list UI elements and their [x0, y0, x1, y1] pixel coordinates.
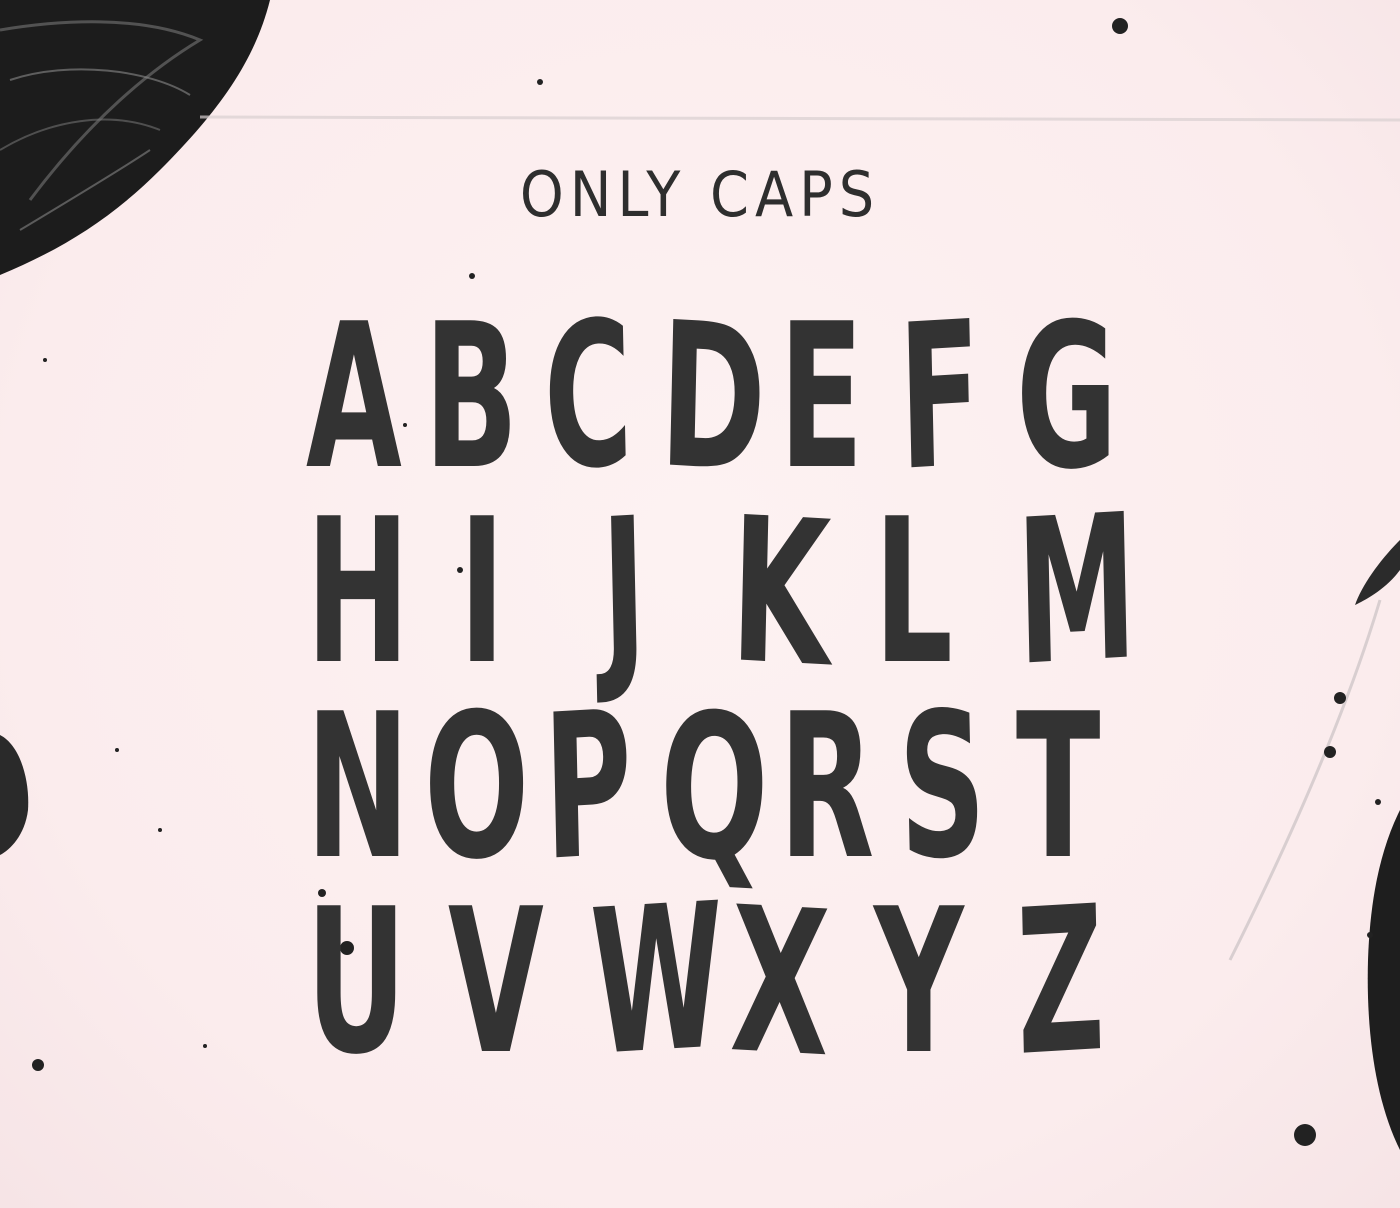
glyph-s: S: [896, 667, 988, 906]
glyph-g: G: [1015, 281, 1118, 514]
glyph-l: L: [873, 476, 953, 709]
alphabet-row: N O P Q R S T: [285, 667, 1105, 908]
glyph-j: J: [599, 474, 649, 711]
specimen-background: ONLY CAPS A B C D E F G H I J K L M N O …: [0, 0, 1400, 1208]
brush-stroke-top-left: [0, 0, 270, 275]
glyph-c: C: [541, 277, 635, 516]
glyph-y: Y: [873, 866, 964, 1099]
specimen-heading: ONLY CAPS: [519, 158, 881, 231]
glyph-t: T: [1015, 671, 1101, 904]
glyph-b: B: [424, 281, 519, 514]
glyph-p: P: [541, 667, 635, 906]
glyph-n: N: [305, 671, 410, 904]
glyph-d: D: [657, 279, 769, 518]
brush-stroke-right: [1228, 540, 1400, 1150]
glyph-z: Z: [1014, 862, 1107, 1101]
glyph-v: V: [447, 866, 544, 1099]
glyph-w: W: [588, 860, 726, 1101]
glyph-f: F: [896, 278, 984, 516]
glyph-e: E: [779, 281, 864, 514]
glyph-i: I: [458, 476, 506, 709]
brush-stroke-left: [0, 735, 29, 855]
glyph-q: Q: [657, 669, 772, 908]
alphabet-grid: A B C D E F G H I J K L M N O P Q R S T …: [285, 277, 1139, 1103]
paper-fold-line: [199, 115, 1400, 122]
glyph-k: K: [728, 474, 833, 713]
glyph-m: M: [1014, 471, 1139, 711]
glyph-h: H: [305, 476, 410, 709]
glyph-r: R: [779, 671, 875, 904]
glyph-a: A: [305, 281, 402, 514]
glyph-x: X: [728, 864, 833, 1103]
alphabet-row: U V W X Y Z: [285, 860, 1107, 1103]
alphabet-row: H I J K L M: [285, 471, 1139, 713]
alphabet-row: A B C D E F G: [285, 277, 1118, 518]
glyph-u: U: [305, 866, 407, 1099]
glyph-o: O: [424, 671, 530, 904]
